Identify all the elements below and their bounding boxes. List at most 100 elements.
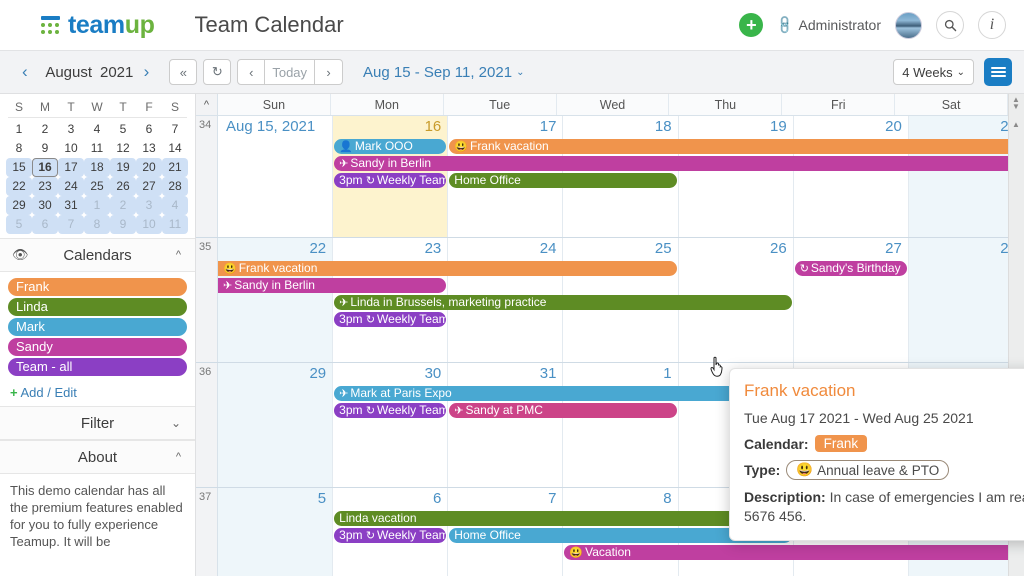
mini-day-8[interactable]: 8 [84,215,110,234]
chevron-down-icon[interactable]: ⌄ [171,416,181,430]
mini-day-1[interactable]: 1 [6,120,32,139]
collapse-weeks-button[interactable]: ^ [196,94,218,115]
mini-day-5[interactable]: 5 [110,120,136,139]
event-sandy-in-berlin[interactable]: ✈ Sandy in Berlin [334,156,1024,171]
mini-day-23[interactable]: 23 [32,177,58,196]
calendars-section-header[interactable]: 👁 Calendars ^ [0,238,195,272]
teamup-logo[interactable]: teamup [40,11,155,40]
calendar-item-mark[interactable]: Mark [8,318,187,336]
event-frank-vacation[interactable]: 😃 Frank vacation [449,139,1024,154]
prev-period-button[interactable]: ‹ [237,59,266,85]
event-weekly-team[interactable]: 3pm ↻ Weekly Team [334,403,447,418]
next-month-button[interactable]: › [134,62,160,82]
mini-day-19[interactable]: 19 [110,158,136,177]
eye-icon[interactable]: 👁 [12,247,29,263]
chevron-up-icon[interactable]: ^ [176,451,181,463]
prev-month-button[interactable]: ‹ [12,62,38,82]
mini-day-16[interactable]: 16 [32,158,58,177]
calendar-item-linda[interactable]: Linda [8,298,187,316]
event-sandy-in-berlin[interactable]: ✈ Sandy in Berlin [218,278,447,293]
search-icon[interactable] [936,11,964,39]
week-day-cells: 22232425262728😃Frank vacation✈Sandy in B… [218,238,1024,362]
view-selector[interactable]: 4 Weeks ⌄ [893,59,974,85]
event-sandy-s-birthday[interactable]: ↻ Sandy's Birthday [794,261,907,276]
event-home-office[interactable]: Home Office [449,173,677,188]
next-period-button[interactable]: › [315,59,344,85]
event-title: Weekly Team [377,173,447,187]
event-weekly-team[interactable]: 3pm ↻ Weekly Team [334,312,447,327]
event-vacation[interactable]: 😃 Vacation [564,545,1024,560]
event-mark-at-paris-expo[interactable]: ✈ Mark at Paris Expo [334,386,792,401]
refresh-button[interactable]: ↻ [203,59,232,85]
mini-day-27[interactable]: 27 [136,177,162,196]
mini-day-7[interactable]: 7 [162,120,188,139]
about-section-header[interactable]: About ^ [0,440,195,474]
jump-back-button[interactable]: « [169,59,198,85]
administrator-link[interactable]: 🔗 Administrator [774,14,881,36]
mini-day-26[interactable]: 26 [110,177,136,196]
about-text: This demo calendar has all the premium f… [10,483,183,549]
mini-day-12[interactable]: 12 [110,139,136,158]
mini-day-2[interactable]: 2 [32,120,58,139]
mini-day-11[interactable]: 11 [84,139,110,158]
mini-day-18[interactable]: 18 [84,158,110,177]
scroll-up-icon[interactable]: ▲ [1012,120,1020,129]
chevron-down-icon: ⌄ [956,66,965,78]
add-edit-calendars-link[interactable]: + Add / Edit [0,382,195,406]
mini-day-4[interactable]: 4 [162,196,188,215]
year-label[interactable]: 2021 [100,64,134,81]
mini-day-22[interactable]: 22 [6,177,32,196]
mini-day-5[interactable]: 5 [6,215,32,234]
mini-day-17[interactable]: 17 [58,158,84,177]
event-time: 3pm [339,528,366,542]
hamburger-menu-icon[interactable] [984,58,1012,86]
month-label[interactable]: August [38,64,100,81]
today-button[interactable]: Today [265,59,316,85]
mini-day-25[interactable]: 25 [84,177,110,196]
mini-day-3[interactable]: 3 [136,196,162,215]
mini-day-31[interactable]: 31 [58,196,84,215]
add-event-button[interactable]: + [739,13,764,37]
mini-day-15[interactable]: 15 [6,158,32,177]
mini-day-6[interactable]: 6 [32,215,58,234]
mini-day-4[interactable]: 4 [84,120,110,139]
event-sandy-at-pmc[interactable]: ✈ Sandy at PMC [449,403,677,418]
mini-day-13[interactable]: 13 [136,139,162,158]
mini-day-28[interactable]: 28 [162,177,188,196]
mini-day-1[interactable]: 1 [84,196,110,215]
mini-weekday-0: S [14,100,23,114]
calendar-item-sandy[interactable]: Sandy [8,338,187,356]
date-range-selector[interactable]: Aug 15 - Sep 11, 2021 ⌄ [363,64,524,81]
event-linda-in-brussels-marketing-practice[interactable]: ✈ Linda in Brussels, marketing practice [334,295,792,310]
mini-day-14[interactable]: 14 [162,139,188,158]
event-weekly-team[interactable]: 3pm ↻ Weekly Team [334,173,447,188]
event-title: Weekly Team [377,403,447,417]
mini-day-2[interactable]: 2 [110,196,136,215]
mini-week-row: 22 23 24 25 26 27 28 [6,177,189,196]
calendar-item-frank[interactable]: Frank [8,278,187,296]
calendar-item-team-all[interactable]: Team - all [8,358,187,376]
scroll-resize-icon[interactable]: ▲ ▼ [1012,96,1020,111]
mini-day-20[interactable]: 20 [136,158,162,177]
mini-day-21[interactable]: 21 [162,158,188,177]
mini-day-10[interactable]: 10 [58,139,84,158]
filter-section-header[interactable]: Filter ⌄ [0,406,195,440]
mini-day-30[interactable]: 30 [32,196,58,215]
mini-day-9[interactable]: 9 [110,215,136,234]
mini-day-24[interactable]: 24 [58,177,84,196]
event-weekly-team[interactable]: 3pm ↻ Weekly Team [334,528,447,543]
mini-day-11[interactable]: 11 [162,215,188,234]
info-icon[interactable]: i [978,11,1006,39]
event-mark-ooo[interactable]: 👤 Mark OOO [334,139,447,154]
mini-day-7[interactable]: 7 [58,215,84,234]
mini-day-10[interactable]: 10 [136,215,162,234]
chevron-up-icon[interactable]: ^ [176,249,181,261]
event-frank-vacation[interactable]: 😃 Frank vacation [218,261,677,276]
mini-day-6[interactable]: 6 [136,120,162,139]
mini-day-9[interactable]: 9 [32,139,58,158]
mini-day-29[interactable]: 29 [6,196,32,215]
avatar[interactable] [895,11,922,39]
mini-day-8[interactable]: 8 [6,139,32,158]
teamup-dots-icon [40,15,62,35]
mini-day-3[interactable]: 3 [58,120,84,139]
